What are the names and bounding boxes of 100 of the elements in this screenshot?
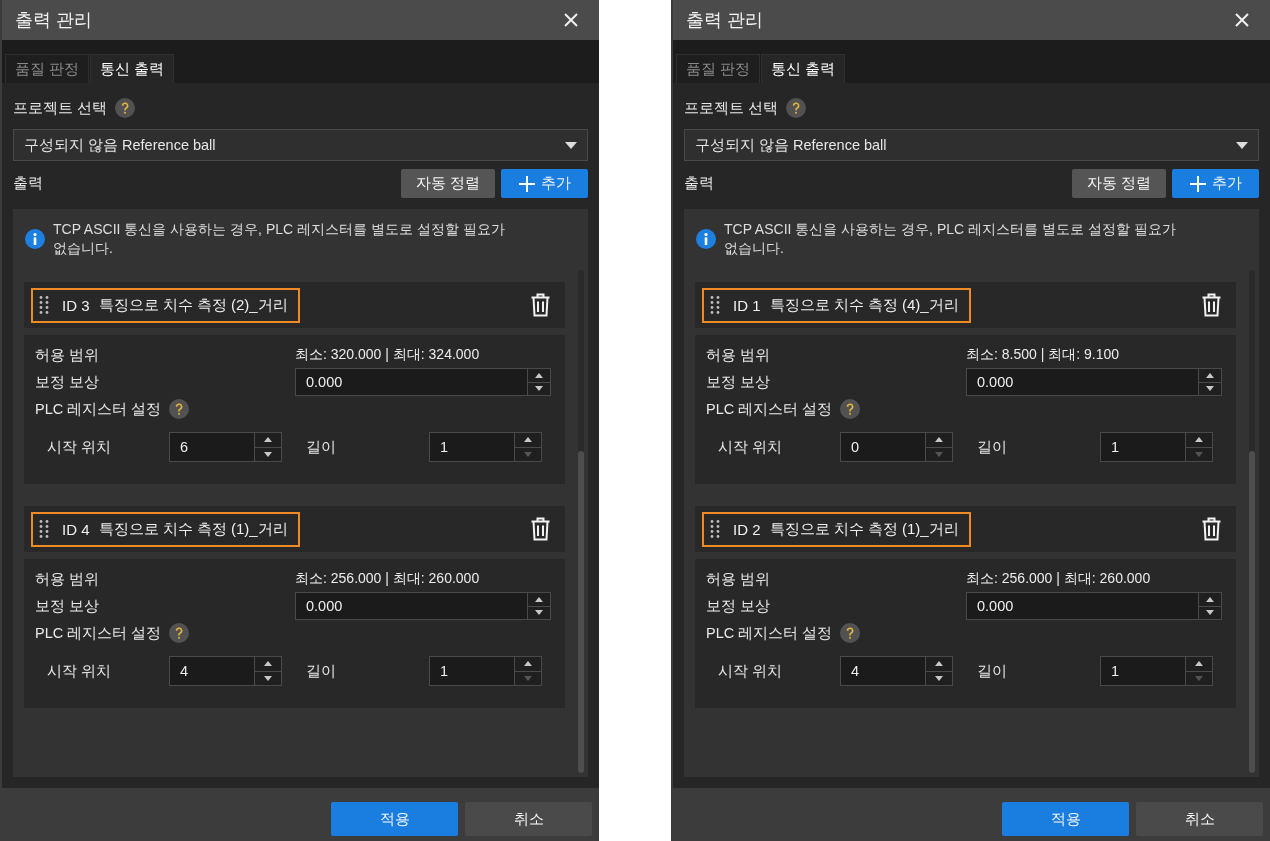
trash-icon (531, 293, 550, 317)
section-label: 출력 (684, 174, 714, 193)
item-title: 특징으로 치수 측정 (2)_거리 (98, 295, 288, 315)
field-label: 길이 (305, 437, 337, 457)
caret-down-icon (1206, 386, 1214, 392)
increment-button[interactable] (1198, 592, 1222, 606)
number-input[interactable]: 0.000 (295, 368, 527, 396)
close-button[interactable] (564, 13, 578, 27)
number-input[interactable]: 4 (840, 656, 925, 686)
project-dropdown[interactable]: 구성되지 않음 Reference ball (13, 129, 588, 161)
caret-down-icon (1236, 141, 1248, 149)
scrollbar-track[interactable] (1249, 270, 1255, 773)
field-label: PLC 레지스터 설정 (35, 623, 162, 643)
caret-down-icon (535, 610, 543, 616)
drag-handle-icon[interactable] (38, 295, 50, 315)
caret-up-icon (524, 437, 532, 443)
caret-down-icon (264, 675, 272, 681)
number-input[interactable]: 6 (169, 432, 254, 462)
help-icon[interactable] (115, 98, 136, 118)
trash-icon (1202, 517, 1221, 541)
increment-button[interactable] (1185, 432, 1213, 447)
apply-button[interactable]: 적용 (1002, 802, 1129, 836)
cancel-button[interactable]: 취소 (1136, 802, 1263, 836)
field-label: 보정 보상 (35, 372, 101, 392)
cancel-button[interactable]: 취소 (465, 802, 592, 836)
field-label: 길이 (305, 661, 337, 681)
increment-button[interactable] (514, 656, 542, 671)
increment-button[interactable] (254, 656, 282, 671)
increment-button[interactable] (527, 368, 551, 382)
scrollbar-thumb[interactable] (578, 451, 584, 773)
tab[interactable]: 통신 출력 (761, 54, 846, 83)
tab[interactable]: 품질 판정 (676, 54, 761, 83)
number-input[interactable]: 1 (429, 656, 514, 686)
section-label: 출력 (13, 174, 43, 193)
field-label: 보정 보상 (35, 596, 101, 616)
number-input[interactable]: 4 (169, 656, 254, 686)
caret-down-icon (524, 451, 532, 457)
item-id: ID 2 (733, 520, 761, 538)
auto-sort-button[interactable]: 자동 정렬 (401, 169, 495, 198)
increment-button[interactable] (514, 432, 542, 447)
item-id: ID 1 (733, 296, 761, 314)
increment-button[interactable] (527, 592, 551, 606)
dialog-title: 출력 관리 (15, 9, 92, 32)
apply-button[interactable]: 적용 (331, 802, 458, 836)
add-button[interactable]: 추가 (1172, 169, 1259, 198)
section-label: 프로젝트 선택 (684, 98, 779, 118)
number-input[interactable]: 1 (1100, 432, 1185, 462)
delete-button[interactable] (531, 517, 550, 541)
help-icon[interactable] (786, 98, 807, 118)
field-label: 허용 범위 (35, 345, 101, 365)
auto-sort-button[interactable]: 자동 정렬 (1072, 169, 1166, 198)
delete-button[interactable] (1202, 293, 1221, 317)
tolerance-value: 최소: 8.500 | 최대: 9.100 (966, 346, 1121, 364)
item-title: 특징으로 치수 측정 (1)_거리 (769, 519, 959, 539)
scrollbar-track[interactable] (578, 270, 584, 773)
caret-up-icon (1195, 437, 1203, 443)
tab[interactable]: 통신 출력 (90, 54, 175, 83)
number-input[interactable]: 0 (840, 432, 925, 462)
caret-down-icon (1195, 675, 1203, 681)
help-icon[interactable] (840, 623, 861, 643)
section-label: 프로젝트 선택 (13, 98, 108, 118)
delete-button[interactable] (1202, 517, 1221, 541)
help-icon[interactable] (840, 399, 861, 419)
scrollbar-thumb[interactable] (1249, 451, 1255, 773)
item-id: ID 3 (62, 296, 90, 314)
increment-button[interactable] (925, 656, 953, 671)
plus-icon (518, 175, 535, 192)
help-icon[interactable] (169, 399, 190, 419)
increment-button[interactable] (925, 432, 953, 447)
field-label: 보정 보상 (706, 372, 772, 392)
number-input[interactable]: 1 (429, 432, 514, 462)
drag-handle-icon[interactable] (709, 295, 721, 315)
close-button[interactable] (1235, 13, 1249, 27)
caret-up-icon (535, 372, 543, 378)
caret-down-icon (524, 675, 532, 681)
number-input[interactable]: 1 (1100, 656, 1185, 686)
caret-up-icon (1195, 661, 1203, 667)
increment-button[interactable] (1185, 656, 1213, 671)
drag-handle-icon[interactable] (709, 519, 721, 539)
field-label: 허용 범위 (706, 569, 772, 589)
help-icon[interactable] (169, 623, 190, 643)
field-label: 길이 (976, 437, 1008, 457)
close-icon (564, 13, 578, 27)
increment-button[interactable] (1198, 368, 1222, 382)
field-label: 길이 (976, 661, 1008, 681)
number-input[interactable]: 0.000 (966, 592, 1198, 620)
drag-handle-icon[interactable] (38, 519, 50, 539)
info-text: TCP ASCII 통신을 사용하는 경우, PLC 레지스터를 별도로 설정할 필요가 없습니다. (53, 220, 506, 258)
number-input[interactable]: 0.000 (295, 592, 527, 620)
close-icon (1235, 13, 1249, 27)
field-label: PLC 레지스터 설정 (35, 399, 162, 419)
add-button[interactable]: 추가 (501, 169, 588, 198)
item-title: 특징으로 치수 측정 (1)_거리 (98, 519, 288, 539)
field-label: 시작 위치 (47, 661, 113, 681)
project-dropdown[interactable]: 구성되지 않음 Reference ball (684, 129, 1259, 161)
caret-down-icon (264, 451, 272, 457)
number-input[interactable]: 0.000 (966, 368, 1198, 396)
delete-button[interactable] (531, 293, 550, 317)
tab[interactable]: 품질 판정 (5, 54, 90, 83)
increment-button[interactable] (254, 432, 282, 447)
